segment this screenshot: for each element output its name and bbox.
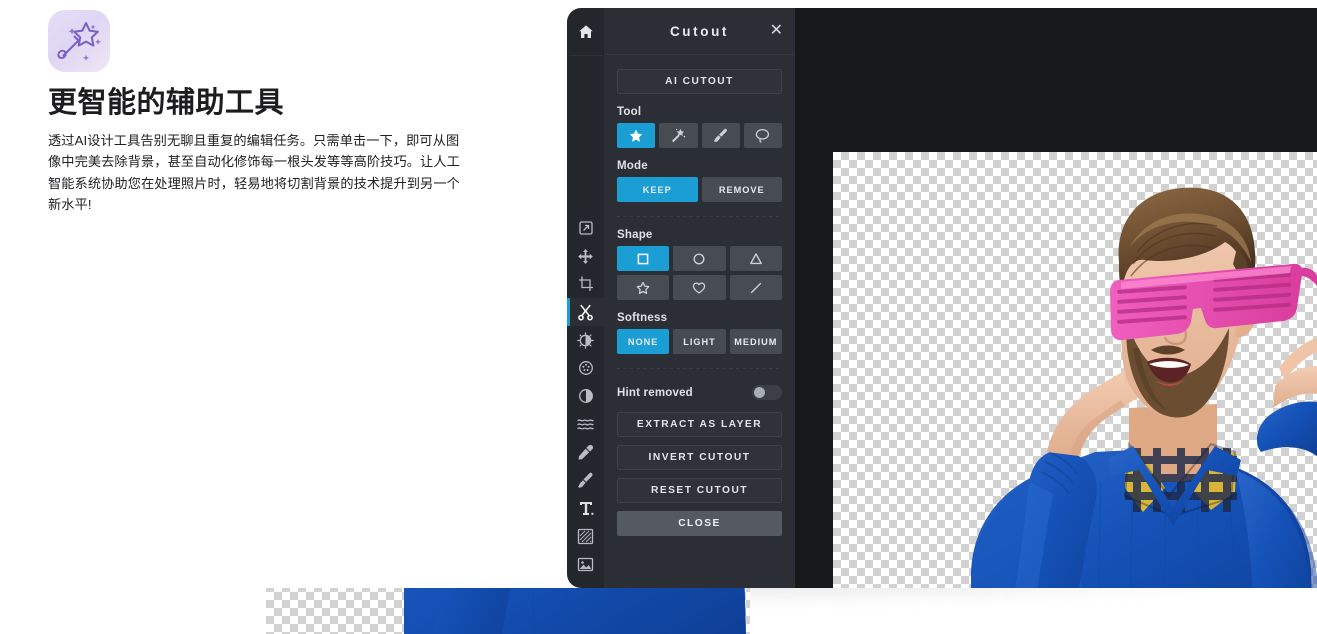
mode-keep-button[interactable]: KEEP [617, 177, 698, 202]
cutout-panel: Cutout ✕ AI CUTOUT Tool Mode KEEP REMOVE… [604, 8, 795, 588]
mode-options: KEEP REMOVE [617, 177, 782, 202]
liquify-waves-icon[interactable] [567, 410, 604, 438]
circle-shape-icon[interactable] [673, 246, 726, 271]
hint-removed-row: Hint removed [617, 385, 782, 400]
editor-window: Cutout ✕ AI CUTOUT Tool Mode KEEP REMOVE… [567, 8, 1317, 588]
lasso-tool-icon[interactable] [743, 123, 782, 148]
toggle-knob [754, 387, 765, 398]
page-title: 更智能的辅助工具 [48, 87, 285, 119]
home-icon[interactable] [567, 8, 604, 55]
mode-remove-button[interactable]: REMOVE [701, 177, 782, 202]
toolbar-divider [569, 55, 602, 56]
softness-section-label: Softness [617, 312, 668, 324]
panel-divider-2 [617, 368, 782, 369]
star-shape-icon[interactable] [617, 275, 670, 300]
line-shape-icon[interactable] [729, 275, 782, 300]
left-toolbar [567, 8, 604, 588]
heart-shape-icon[interactable] [673, 275, 726, 300]
panel-body: AI CUTOUT Tool Mode KEEP REMOVE Shape So… [604, 55, 795, 536]
photo-subject-overflow [404, 588, 746, 634]
move-icon[interactable] [567, 242, 604, 270]
softness-light-button[interactable]: LIGHT [673, 329, 726, 354]
shape-options [617, 246, 782, 300]
canvas-area[interactable] [795, 8, 1317, 588]
star-tool-icon[interactable] [617, 123, 656, 148]
softness-none-button[interactable]: NONE [617, 329, 670, 354]
square-shape-icon[interactable] [617, 246, 670, 271]
hero-section: 更智能的辅助工具 透过AI设计工具告别无聊且重复的编辑任务。只需单击一下，即可从… [48, 10, 478, 215]
panel-title: Cutout [669, 23, 730, 39]
canvas-transparency-checkerboard [833, 152, 1317, 588]
reset-cutout-button[interactable]: RESET CUTOUT [617, 478, 782, 503]
effects-icon[interactable] [567, 354, 604, 382]
softness-options: NONE LIGHT MEDIUM [617, 329, 782, 354]
tool-list [567, 214, 604, 578]
hint-removed-label: Hint removed [617, 386, 693, 399]
hero-description: 透过AI设计工具告别无聊且重复的编辑任务。只需单击一下，即可从图像中完美去除背景… [48, 132, 460, 212]
brush-tool-icon[interactable] [701, 123, 740, 148]
paintbrush-icon[interactable] [567, 466, 604, 494]
triangle-shape-icon[interactable] [729, 246, 782, 271]
hint-removed-toggle[interactable] [752, 385, 782, 400]
resize-icon[interactable] [567, 214, 604, 242]
ai-cutout-button[interactable]: AI CUTOUT [617, 69, 782, 94]
close-button[interactable]: CLOSE [617, 511, 782, 536]
crop-icon[interactable] [567, 270, 604, 298]
eyedropper-icon[interactable] [567, 438, 604, 466]
extract-as-layer-button[interactable]: EXTRACT AS LAYER [617, 412, 782, 437]
contrast-icon[interactable] [567, 382, 604, 410]
magic-wand-tool-icon[interactable] [659, 123, 698, 148]
texture-icon[interactable] [567, 522, 604, 550]
mode-section-label: Mode [617, 160, 648, 172]
magic-wand-icon [48, 10, 110, 72]
close-icon[interactable]: ✕ [770, 23, 783, 39]
panel-header: Cutout ✕ [604, 8, 795, 55]
softness-medium-button[interactable]: MEDIUM [729, 329, 782, 354]
image-icon[interactable] [567, 550, 604, 578]
panel-divider-1 [617, 216, 782, 217]
brightness-icon[interactable] [567, 326, 604, 354]
tool-options [617, 123, 782, 148]
tool-section-label: Tool [617, 106, 642, 118]
photo-subject [971, 187, 1317, 588]
invert-cutout-button[interactable]: INVERT CUTOUT [617, 445, 782, 470]
canvas-overflow-area [266, 588, 750, 634]
text-icon[interactable] [567, 494, 604, 522]
shape-section-label: Shape [617, 229, 653, 241]
scissors-cutout-icon[interactable] [567, 298, 604, 326]
